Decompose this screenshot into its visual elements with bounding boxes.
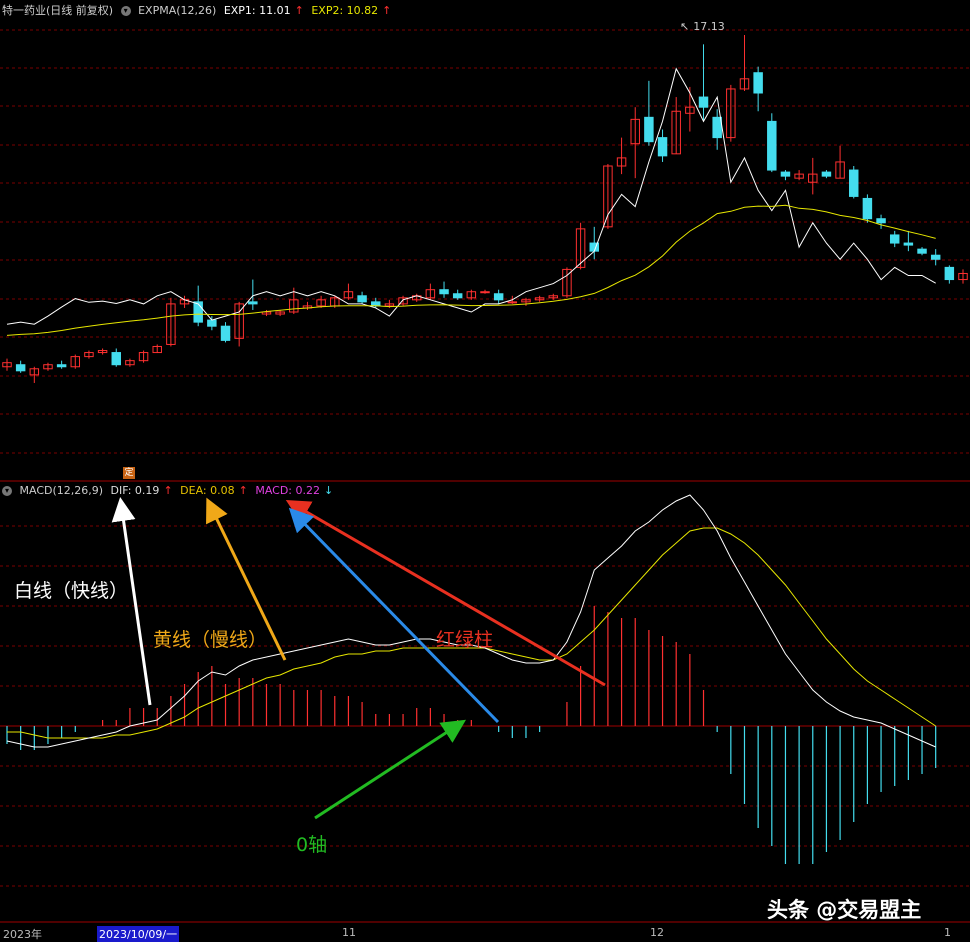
arrow-red: [285, 499, 606, 687]
candle-body: [930, 254, 941, 260]
candle-body: [56, 364, 67, 368]
exp1-up-arrow-icon: ↑: [294, 4, 304, 17]
candle-body: [644, 116, 654, 143]
exp1-value: EXP1: 11.01: [223, 4, 291, 17]
max-price-icon: ↖: [680, 20, 690, 33]
exp2-value: EXP2: 10.82: [311, 4, 379, 17]
dif-up-arrow-icon: ↑: [163, 484, 173, 497]
candle-body: [698, 96, 709, 108]
candle-body: [903, 242, 914, 246]
candle-body: [849, 169, 859, 197]
candle-body: [480, 291, 490, 294]
max-price-marker: ↖ 17.13: [680, 20, 729, 34]
candle-body: [876, 218, 886, 224]
annotation-white-line: 白线（快线）: [14, 580, 129, 602]
candle-body: [657, 137, 668, 157]
x-cursor-date[interactable]: 2023/10/09/一: [97, 926, 180, 942]
candle-body: [193, 301, 203, 323]
arrow-white: [111, 497, 152, 706]
candle-body: [944, 266, 955, 281]
candle-body: [248, 301, 258, 305]
candle-body: [712, 116, 722, 139]
exp1-line: [6, 67, 936, 325]
dif-line: [6, 494, 936, 748]
candles-layer: [2, 35, 968, 383]
annotation-yellow-line: 黄线（慢线）: [153, 629, 268, 651]
annotation-arrows: [111, 497, 606, 820]
candle-body: [220, 325, 231, 341]
candle-body: [507, 301, 518, 304]
ding-badge[interactable]: 定: [123, 467, 135, 479]
expma-indicator[interactable]: EXPMA(12,26): [138, 4, 216, 17]
candle-body: [493, 293, 504, 301]
candle-body: [439, 289, 449, 295]
candle-body: [357, 295, 367, 303]
annotation-red-green-bars: 红绿柱: [436, 629, 494, 651]
indicator-dropdown-icon[interactable]: ▾: [120, 6, 131, 16]
candle-body: [111, 352, 121, 366]
exp2-up-arrow-icon: ↑: [382, 4, 392, 17]
x-label-dec: 12: [650, 926, 664, 939]
macd-header: ▾ MACD(12,26,9) DIF: 0.19 ↑ DEA: 0.08 ↑ MA…: [2, 484, 337, 498]
candle-body: [917, 248, 927, 254]
watermark: 头条 @交易盟主: [767, 898, 922, 922]
candle-body: [15, 364, 26, 372]
stock-title: 特一药业(日线 前复权): [2, 4, 114, 17]
x-label-jan: 1: [944, 926, 951, 939]
macd-down-arrow-icon: ↓: [324, 484, 334, 497]
candle-body: [780, 171, 791, 177]
chart-canvas: [0, 29, 970, 923]
candle-body: [452, 293, 463, 299]
candle-body: [889, 234, 900, 244]
arrow-green: [314, 719, 467, 820]
price-header: 特一药业(日线 前复权) ▾ EXPMA(12,26) EXP1: 11.01 ↑…: [2, 4, 395, 18]
max-price-value: 17.13: [693, 20, 725, 33]
macd-value: MACD: 0.22: [255, 484, 320, 497]
macd-dropdown-icon[interactable]: ▾: [2, 486, 12, 496]
candle-body: [753, 72, 763, 94]
arrow-blue: [288, 507, 500, 724]
candle-body: [207, 319, 217, 327]
candle-body: [862, 197, 873, 220]
x-label-year: 2023年: [3, 928, 42, 941]
dif-value: DIF: 0.19: [110, 484, 160, 497]
dea-value: DEA: 0.08: [180, 484, 235, 497]
dea-up-arrow-icon: ↑: [238, 484, 248, 497]
candle-body: [767, 120, 777, 171]
exp2-line: [6, 204, 936, 336]
x-label-nov: 11: [342, 926, 356, 939]
candle-body: [821, 171, 832, 177]
macd-indicator[interactable]: MACD(12,26,9): [20, 484, 104, 497]
annotation-zero-axis: 0轴: [296, 834, 328, 856]
